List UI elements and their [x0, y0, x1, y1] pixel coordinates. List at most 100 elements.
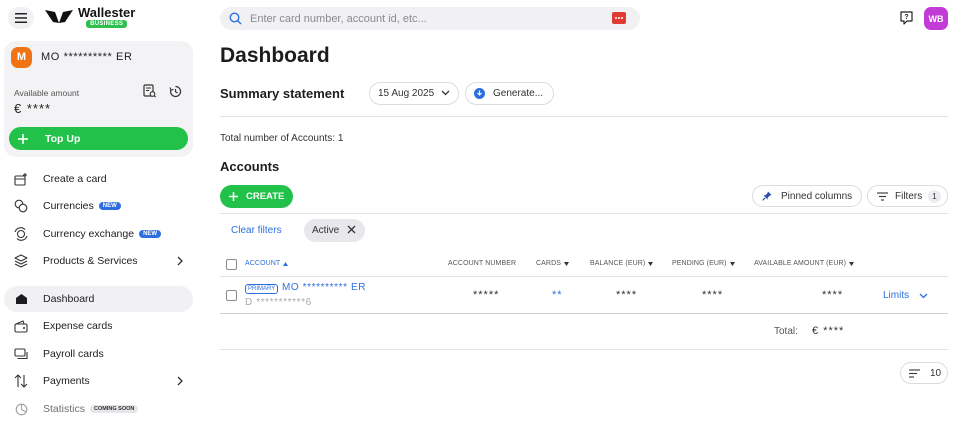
sidebar-item-label: Expense cards [43, 320, 113, 332]
limits-button[interactable]: Limits [883, 290, 928, 301]
top-up-button[interactable]: Top Up [9, 127, 188, 150]
column-header-label: ACCOUNT NUMBER [448, 260, 517, 267]
sidebar-item-label: Products & Services [43, 255, 138, 267]
column-header-cards[interactable]: CARDS [536, 260, 570, 267]
limits-label: Limits [883, 290, 910, 301]
top-bar: Wallester BUSINESS ? WB [0, 0, 960, 36]
pie-icon [14, 402, 28, 416]
balance-cell: **** [616, 289, 638, 301]
active-filter-chip[interactable]: Active [304, 219, 365, 242]
sidebar-item-expense-cards[interactable]: Expense cards [4, 313, 193, 339]
column-header-available[interactable]: AVAILABLE AMOUNT (EUR) [754, 260, 855, 267]
sort-down-icon [729, 261, 735, 266]
sidebar-item-products-services[interactable]: Products & Services [4, 248, 193, 274]
summary-statement-title: Summary statement [220, 86, 345, 101]
page-title: Dashboard [220, 44, 330, 67]
available-amount-value: € **** [14, 101, 52, 116]
chevron-right-icon [177, 256, 183, 266]
logo-wings-icon [45, 10, 73, 23]
available-amount-label: Available amount [14, 88, 80, 98]
column-header-pending[interactable]: PENDING (EUR) [672, 260, 735, 267]
create-account-button[interactable]: CREATE [220, 185, 293, 208]
column-header-account-number[interactable]: ACCOUNT NUMBER [448, 260, 516, 267]
row-checkbox[interactable] [226, 290, 237, 301]
coming-soon-badge: COMING SOON [90, 405, 139, 413]
account-link[interactable]: MO ********** ER [282, 282, 366, 293]
hamburger-icon [15, 13, 27, 23]
search-bar [220, 7, 640, 30]
column-header-label: CARDS [536, 260, 562, 267]
logo-name: Wallester [78, 5, 136, 20]
close-icon[interactable] [347, 225, 356, 234]
column-header-label: ACCOUNT [245, 260, 281, 267]
sidebar-item-statistics: Statistics COMING SOON [4, 396, 193, 421]
arrows-updown-icon [14, 374, 28, 388]
wallester-logo[interactable]: Wallester BUSINESS [45, 6, 135, 28]
pinned-columns-button[interactable]: Pinned columns [752, 185, 862, 207]
sidebar-item-label: Currencies [43, 200, 94, 212]
statement-button[interactable] [141, 83, 157, 99]
svg-text:?: ? [904, 14, 908, 21]
chevron-right-icon [177, 376, 183, 386]
account-selector[interactable]: M MO ********** ER [11, 46, 133, 68]
pin-icon [762, 191, 772, 201]
active-filter-label: Active [312, 225, 340, 236]
sidebar-item-payroll-cards[interactable]: Payroll cards [4, 341, 193, 367]
column-header-balance[interactable]: BALANCE (EUR) [590, 260, 654, 267]
divider [220, 213, 948, 214]
filters-button[interactable]: Filters 1 [867, 185, 948, 207]
cards-icon [14, 347, 28, 361]
search-input[interactable] [250, 12, 600, 25]
sort-down-icon [849, 261, 855, 266]
filter-icon [877, 191, 888, 201]
page-size-select[interactable]: 10 [900, 362, 948, 384]
cards-cell[interactable]: ** [552, 289, 563, 301]
chevron-down-icon [919, 293, 928, 298]
sidebar-item-label: Payroll cards [43, 348, 104, 360]
column-header-label: BALANCE (EUR) [590, 260, 646, 267]
filters-label: Filters [895, 190, 923, 202]
divider [220, 276, 948, 277]
generate-button[interactable]: Generate... [465, 82, 554, 105]
select-all-checkbox[interactable] [226, 259, 237, 270]
filters-count-badge: 1 [928, 190, 941, 203]
sidebar-item-label: Create a card [43, 173, 107, 185]
user-avatar[interactable]: WB [924, 7, 948, 30]
exchange-icon [14, 227, 28, 241]
rows-icon [909, 368, 920, 378]
sort-down-icon [648, 261, 654, 266]
sidebar-item-currencies[interactable]: Currencies NEW [4, 193, 193, 219]
pinned-columns-label: Pinned columns [781, 190, 853, 202]
account-avatar: M [11, 46, 32, 68]
sort-down-icon [564, 261, 570, 266]
sort-up-icon [283, 261, 289, 266]
help-button[interactable]: ? [899, 10, 914, 25]
stack-icon [14, 254, 28, 268]
column-header-label: AVAILABLE AMOUNT (EUR) [754, 260, 847, 267]
history-icon [168, 85, 181, 97]
total-value: € **** [812, 325, 845, 337]
history-button[interactable] [167, 83, 183, 99]
sidebar-item-dashboard[interactable]: Dashboard [4, 286, 193, 312]
top-up-label: Top Up [45, 132, 81, 145]
generate-label: Generate... [493, 88, 544, 99]
clear-filters-link[interactable]: Clear filters [231, 225, 282, 236]
sidebar-item-currency-exchange[interactable]: Currency exchange NEW [4, 221, 193, 247]
home-icon [14, 292, 28, 306]
coins-icon [14, 199, 28, 213]
card-scan-button[interactable] [612, 12, 626, 24]
statement-date-select[interactable]: 15 Aug 2025 [369, 82, 459, 105]
sidebar-item-payments[interactable]: Payments [4, 368, 193, 394]
search-icon [229, 12, 242, 25]
total-label: Total: [774, 326, 798, 337]
sidebar-item-label: Payments [43, 375, 90, 387]
sidebar-item-create-card[interactable]: Create a card [4, 166, 193, 192]
column-header-label: PENDING (EUR) [672, 260, 727, 267]
wallet-icon [14, 319, 28, 333]
sidebar-item-label: Dashboard [43, 293, 95, 305]
new-badge: NEW [139, 230, 162, 238]
logo-badge: BUSINESS [86, 20, 128, 28]
menu-button[interactable] [8, 7, 34, 29]
card-add-icon [14, 172, 28, 186]
column-header-account[interactable]: ACCOUNT [245, 260, 289, 267]
